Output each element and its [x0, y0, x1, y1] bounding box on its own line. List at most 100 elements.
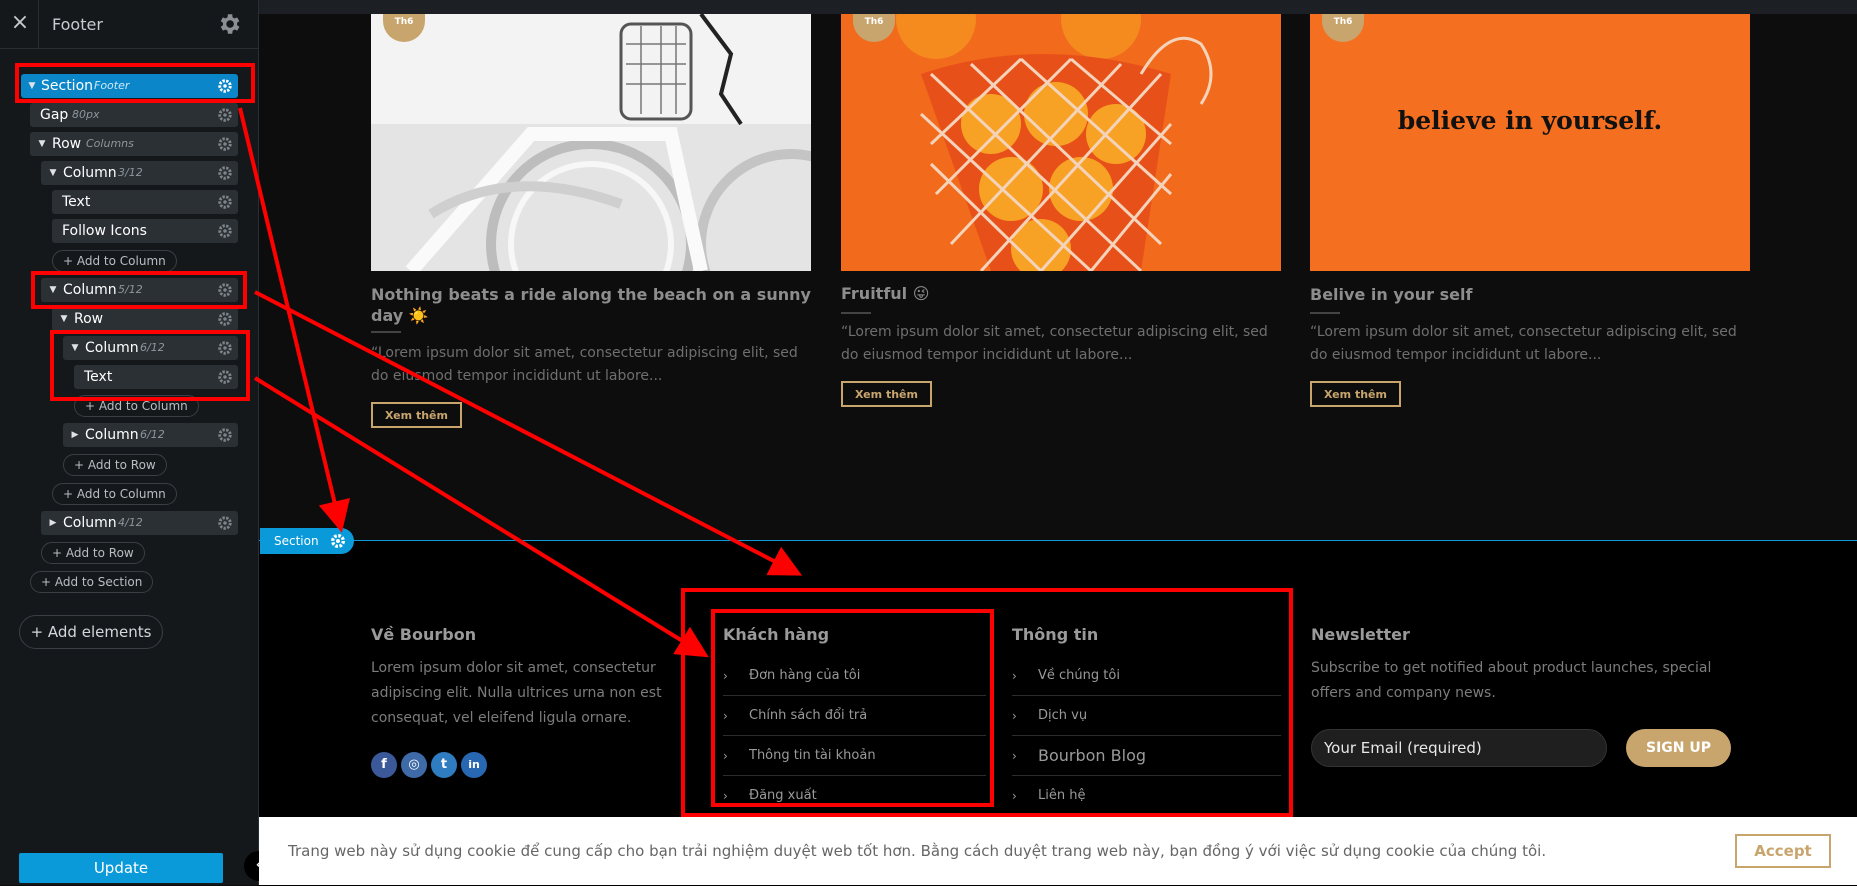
caret-down-icon[interactable]: ▼ — [37, 132, 47, 156]
chevron-right-icon: › — [723, 669, 728, 683]
footer-link[interactable]: › Đơn hàng của tôi — [723, 656, 986, 696]
add-to-column-button[interactable]: + Add to Column — [52, 483, 177, 505]
gear-icon[interactable] — [218, 79, 232, 93]
tree-item-sub: 5/12 — [118, 283, 143, 296]
tree-item-follow-icons[interactable]: Follow Icons — [52, 219, 238, 243]
footer-link-text: Về chúng tôi — [1038, 668, 1120, 683]
caret-down-icon[interactable]: ▼ — [48, 161, 58, 185]
tree-item-label: Column — [85, 427, 139, 443]
gear-icon[interactable] — [218, 195, 232, 209]
chevron-right-icon: › — [1012, 749, 1017, 763]
tree-item-label: Text — [62, 194, 91, 210]
read-more-button[interactable]: Xem thêm — [1310, 381, 1401, 407]
caret-down-icon[interactable]: ▼ — [27, 74, 37, 98]
section-tag[interactable]: Section — [260, 528, 354, 554]
post-title[interactable]: Fruitful 😜 — [841, 283, 1281, 304]
gear-icon[interactable] — [218, 370, 232, 384]
bicycle-illustration — [371, 14, 811, 271]
tree-item-column-5-12[interactable]: ▼ Column 5/12 — [41, 278, 238, 302]
caret-right-icon[interactable]: ▶ — [48, 511, 58, 535]
post-image-bicycle[interactable]: Th6 — [371, 14, 811, 271]
footer-link-text: Chính sách đổi trả — [749, 708, 868, 723]
tree-item-sub: Footer — [94, 79, 130, 92]
post-divider — [371, 331, 401, 333]
accept-cookie-button[interactable]: Accept — [1735, 834, 1831, 868]
tree-item-label: Column — [85, 340, 139, 356]
facebook-icon[interactable]: f — [371, 752, 397, 778]
gear-icon[interactable] — [330, 533, 346, 549]
tree-item-label: Column — [63, 282, 117, 298]
tree-item-column-6-12-collapsed[interactable]: ▶ Column 6/12 — [63, 423, 238, 447]
tree-item-section-footer[interactable]: ▼ Section Footer — [21, 74, 238, 98]
add-to-column-button[interactable]: + Add to Column — [52, 250, 177, 272]
date-badge-text: Th6 — [394, 17, 414, 27]
footer-link[interactable]: › Về chúng tôi — [1012, 656, 1281, 696]
tree-item-sub: 6/12 — [140, 428, 165, 441]
footer-heading-customers: Khách hàng — [723, 625, 830, 644]
instagram-icon[interactable]: ◎ — [401, 752, 427, 778]
footer-link[interactable]: › Liên hệ — [1012, 776, 1281, 816]
post-image-oranges[interactable]: Th6 — [841, 14, 1281, 271]
tree-item-gap[interactable]: Gap 80px — [30, 103, 238, 127]
panel-header: × Footer — [0, 0, 258, 49]
add-elements-button[interactable]: + Add elements — [19, 615, 163, 649]
caret-down-icon[interactable]: ▼ — [59, 307, 69, 331]
tree-item-sub: 6/12 — [140, 341, 165, 354]
gear-icon[interactable] — [218, 283, 232, 297]
footer-link[interactable]: › Đăng xuất — [723, 776, 986, 816]
tree-item-column-3-12[interactable]: ▼ Column 3/12 — [41, 161, 238, 185]
add-to-column-button[interactable]: + Add to Column — [74, 395, 199, 417]
builder-panel: × Footer ▼ Section Footer Gap 80px ▼ Row… — [0, 0, 259, 885]
read-more-button[interactable]: Xem thêm — [841, 381, 932, 407]
footer-link[interactable]: › Bourbon Blog — [1012, 736, 1281, 776]
gear-icon[interactable] — [218, 137, 232, 151]
close-icon[interactable]: × — [10, 12, 30, 34]
gear-icon[interactable] — [218, 341, 232, 355]
caret-down-icon[interactable]: ▼ — [70, 336, 80, 360]
date-badge-text: Th6 — [864, 17, 884, 27]
tree-item-text[interactable]: Text — [52, 190, 238, 214]
footer-heading-about: Về Bourbon — [371, 625, 477, 644]
add-to-row-button[interactable]: + Add to Row — [63, 454, 167, 476]
tree-item-column-4-12[interactable]: ▶ Column 4/12 — [41, 511, 238, 535]
twitter-icon[interactable]: t — [431, 752, 457, 778]
tree-item-column-6-12[interactable]: ▼ Column 6/12 — [63, 336, 238, 360]
gear-icon[interactable] — [216, 11, 242, 37]
post-excerpt: “Lorem ipsum dolor sit amet, consectetur… — [1310, 324, 1737, 363]
footer-about-text: Lorem ipsum dolor sit amet, consectetur … — [371, 660, 662, 726]
update-button[interactable]: Update — [19, 853, 223, 883]
gear-icon[interactable] — [218, 224, 232, 238]
gear-icon[interactable] — [218, 428, 232, 442]
footer-link-text: Thông tin tài khoản — [749, 748, 876, 763]
header-divider — [38, 0, 39, 48]
caret-down-icon[interactable]: ▼ — [48, 278, 58, 302]
post-title[interactable]: Belive in your self — [1310, 284, 1750, 305]
footer-link[interactable]: › Chính sách đổi trả — [723, 696, 986, 736]
add-to-row-button[interactable]: + Add to Row — [41, 542, 145, 564]
post-title[interactable]: Nothing beats a ride along the beach on … — [371, 284, 811, 326]
post-excerpt: “Lorem ipsum dolor sit amet, consectetur… — [371, 345, 798, 384]
tree-item-row[interactable]: ▼ Row Columns — [30, 132, 238, 156]
gear-icon[interactable] — [218, 516, 232, 530]
caret-right-icon[interactable]: ▶ — [70, 423, 80, 447]
add-to-section-button[interactable]: + Add to Section — [30, 571, 154, 593]
email-input[interactable]: Your Email (required) — [1311, 729, 1607, 767]
gear-icon[interactable] — [218, 108, 232, 122]
footer-link[interactable]: › Dịch vụ — [1012, 696, 1281, 736]
read-more-button[interactable]: Xem thêm — [371, 402, 462, 428]
tree-item-label: Section — [41, 78, 94, 94]
tree-item-sub: 4/12 — [118, 516, 143, 529]
footer-link[interactable]: › Thông tin tài khoản — [723, 736, 986, 776]
tree-item-sub: Columns — [86, 137, 134, 150]
section-tag-label: Section — [274, 534, 319, 548]
linkedin-icon[interactable]: in — [461, 752, 487, 778]
signup-button[interactable]: SIGN UP — [1626, 729, 1731, 767]
tree-item-sub: 80px — [72, 108, 100, 121]
gear-icon[interactable] — [218, 166, 232, 180]
tree-item-text-nested[interactable]: Text — [74, 365, 238, 389]
image-caption: believe in yourself. — [1397, 106, 1663, 135]
tree-item-row-nested[interactable]: ▼ Row — [52, 307, 238, 331]
chevron-right-icon: › — [1012, 789, 1017, 803]
gear-icon[interactable] — [218, 312, 232, 326]
post-image-believe[interactable]: believe in yourself. Th6 — [1310, 14, 1750, 271]
